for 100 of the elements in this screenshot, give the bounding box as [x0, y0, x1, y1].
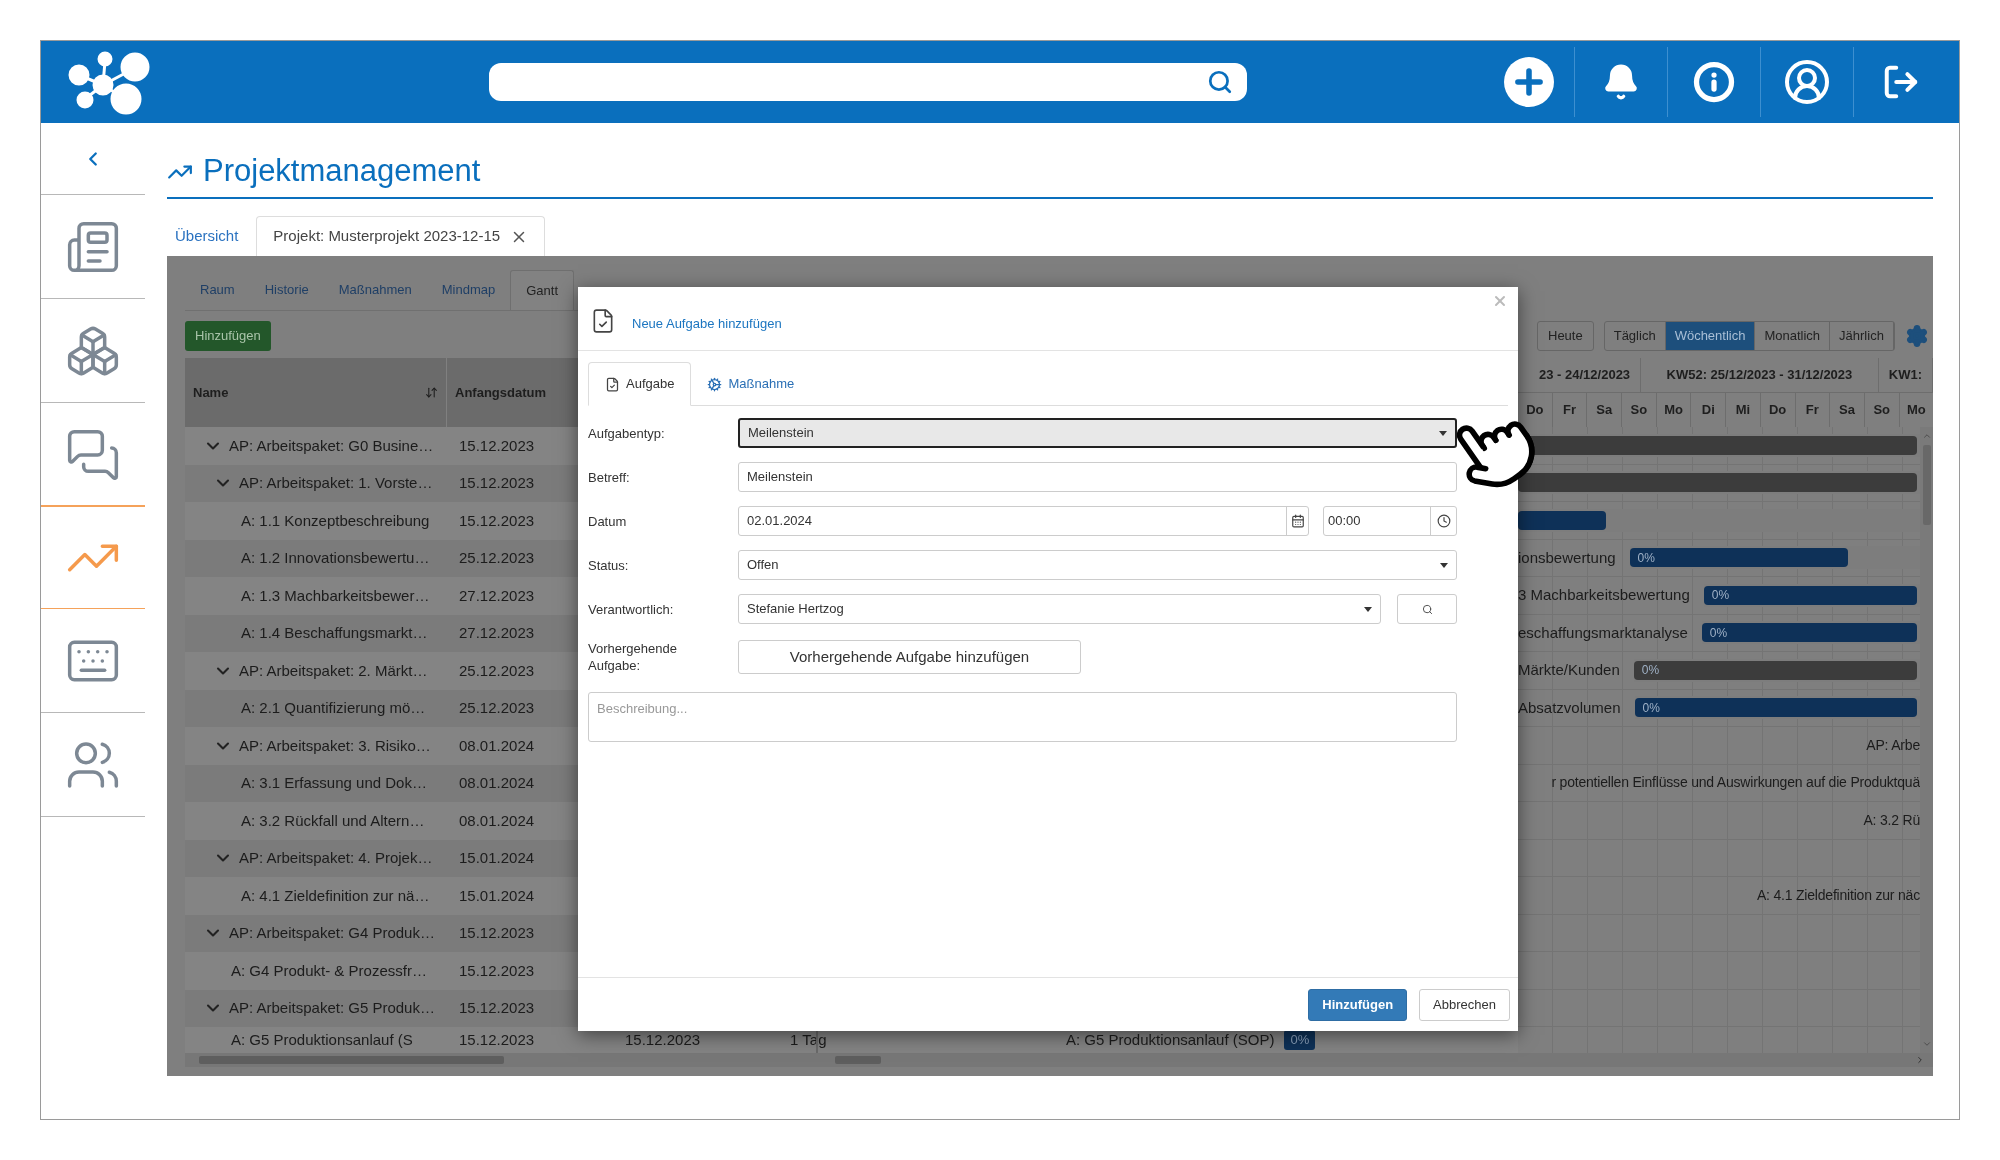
task-bar[interactable]: 0%: [1629, 548, 1848, 568]
day-header: Fr: [1552, 393, 1588, 427]
bar-label: ionsbewertung: [1518, 547, 1616, 568]
dialog-tab[interactable]: Maßnahme: [691, 362, 811, 406]
start-date: 15.01.2024: [458, 848, 535, 868]
day-header: Mo: [1656, 393, 1692, 427]
start-date: 15.12.2023: [458, 1029, 535, 1050]
dialog-tab[interactable]: Aufgabe: [588, 362, 692, 406]
field-label: Verantwortlich:: [588, 600, 675, 618]
day-header: Do: [1760, 393, 1796, 427]
project-tab[interactable]: Raum: [185, 270, 250, 310]
sidebar-item[interactable]: [41, 505, 145, 609]
start-date: 08.01.2024: [458, 810, 535, 831]
task-name: AP: Arbeitspaket: 1. Vorste…: [239, 473, 433, 493]
week-header: KW1:: [1878, 358, 1933, 392]
day-header: Fr: [1795, 393, 1831, 427]
info-icon: [1693, 61, 1735, 103]
bar-label: r potentiellen Einflüsse und Auswirkungen auf die Produktquä: [1551, 773, 1920, 793]
start-date: 08.01.2024: [458, 773, 535, 793]
scroll-right-icon[interactable]: [1915, 1055, 1925, 1065]
start-date: 15.12.2023: [458, 435, 535, 456]
task-name: A: 3.2 Rückfall und Altern…: [241, 810, 425, 831]
task-name: AP: Arbeitspaket: 3. Risiko…: [239, 735, 431, 756]
add-predecessor-button[interactable]: Vorhergehende Aufgabe hinzufügen: [738, 640, 1081, 674]
task-name: AP: Arbeitspaket: G4 Produk…: [229, 923, 435, 943]
calendar-icon: [1290, 514, 1305, 528]
task-name: A: 3.1 Erfassung und Dok…: [241, 773, 427, 793]
task-bar[interactable]: 0%: [1633, 660, 1917, 680]
search-field[interactable]: [489, 63, 1247, 101]
search-icon[interactable]: [1207, 69, 1233, 95]
task-name: AP: Arbeitspaket: G0 Busine…: [229, 435, 434, 456]
field-label: Datum: [588, 512, 628, 530]
start-date: 25.12.2023: [458, 548, 535, 568]
cog-icon: [707, 376, 723, 392]
bar-label: Absatzvolumen: [1518, 697, 1621, 718]
start-date: 15.12.2023: [458, 923, 535, 943]
field-label: Aufgabentyp:: [588, 424, 666, 442]
user-avatar-icon: [1783, 58, 1831, 106]
select-field[interactable]: Stefanie Hertzog: [738, 594, 1381, 624]
day-header: Di: [1691, 393, 1727, 427]
clock-icon: [1436, 514, 1451, 528]
project-tab[interactable]: Mindmap: [426, 270, 511, 310]
column-header[interactable]: Anfangsdatum: [447, 358, 554, 427]
start-date: 27.12.2023: [458, 585, 535, 606]
start-date: 25.12.2023: [458, 660, 535, 681]
task-name: A: 1.3 Machbarkeitsbewer…: [241, 585, 430, 606]
project-tab[interactable]: Historie: [249, 270, 324, 310]
end-date: 15.12.2023: [625, 1029, 701, 1050]
start-date: 27.12.2023: [458, 623, 535, 643]
start-date: 25.12.2023: [458, 698, 535, 718]
task-bar[interactable]: 0%: [1701, 623, 1917, 643]
day-header: So: [1864, 393, 1900, 427]
task-name: A: G4 Produkt- & Prozessfr…: [231, 960, 427, 981]
bar-label: eschaffungsmarktanalyse: [1518, 622, 1688, 643]
add-button[interactable]: Hinzufügen: [185, 321, 271, 351]
bar-label: AP: Arbe: [1866, 735, 1920, 755]
task-name: A: G5 Produktionsanlauf (S: [231, 1029, 413, 1050]
view-button[interactable]: Wöchentlich: [1665, 322, 1756, 350]
search-icon: [1421, 603, 1433, 615]
day-header: Sa: [1587, 393, 1623, 427]
date-field[interactable]: 02.01.2024: [738, 506, 1309, 536]
task-name: A: 2.1 Quantifizierung mö…: [241, 698, 426, 718]
start-date: 15.12.2023: [458, 510, 535, 531]
view-button[interactable]: Jährlich: [1830, 322, 1894, 350]
task-name: AP: Arbeitspaket: G5 Produk…: [229, 998, 435, 1018]
view-button[interactable]: Heute: [1537, 321, 1594, 351]
view-button[interactable]: Monatlich: [1755, 322, 1831, 350]
bar-label: A: G5 Produktionsanlauf (SOP): [1066, 1029, 1275, 1050]
start-date: 15.12.2023: [458, 473, 535, 493]
field-label: Betreff:: [588, 468, 631, 486]
start-date: 15.01.2024: [458, 885, 535, 906]
description-field[interactable]: Beschreibung...: [588, 692, 1457, 742]
project-tab[interactable]: Gantt: [510, 270, 574, 310]
project-tab[interactable]: Maßnahmen: [323, 270, 427, 310]
day-header: Mi: [1726, 393, 1761, 427]
task-icon: [605, 376, 620, 392]
task-name: AP: Arbeitspaket: 2. Märkt…: [239, 660, 428, 681]
submit-button[interactable]: Hinzufügen: [1308, 988, 1408, 1021]
time-field[interactable]: 00:00: [1323, 506, 1457, 536]
bar-label: Märkte/Kunden: [1518, 660, 1620, 680]
view-button[interactable]: Täglich: [1604, 322, 1666, 350]
select-field[interactable]: Offen: [738, 550, 1457, 580]
task-bar[interactable]: 0%: [1703, 585, 1917, 605]
page-title: Projektmanagement: [203, 152, 481, 190]
sort-icon: [425, 386, 438, 399]
day-header: Sa: [1830, 393, 1865, 427]
task-bar[interactable]: 0%: [1634, 698, 1917, 718]
field-label: Status:: [588, 556, 630, 574]
start-date: 15.12.2023: [458, 998, 535, 1018]
settings-icon[interactable]: [1904, 324, 1929, 348]
dialog-title: Neue Aufgabe hinzufügen: [632, 314, 782, 333]
select-field[interactable]: Meilenstein: [738, 418, 1457, 448]
cancel-button[interactable]: Abbrechen: [1419, 988, 1510, 1021]
task-name: A: 1.2 Innovationsbewertu…: [241, 548, 430, 568]
task-name: AP: Arbeitspaket: 4. Projek…: [239, 848, 433, 868]
day-header: So: [1622, 393, 1657, 427]
field-label: Vorhergehende Aufgabe:: [588, 640, 678, 674]
text-field[interactable]: Meilenstein: [738, 462, 1457, 492]
page-tab[interactable]: Übersicht: [167, 216, 257, 256]
bar-label: 3 Machbarkeitsbewertung: [1518, 585, 1690, 605]
